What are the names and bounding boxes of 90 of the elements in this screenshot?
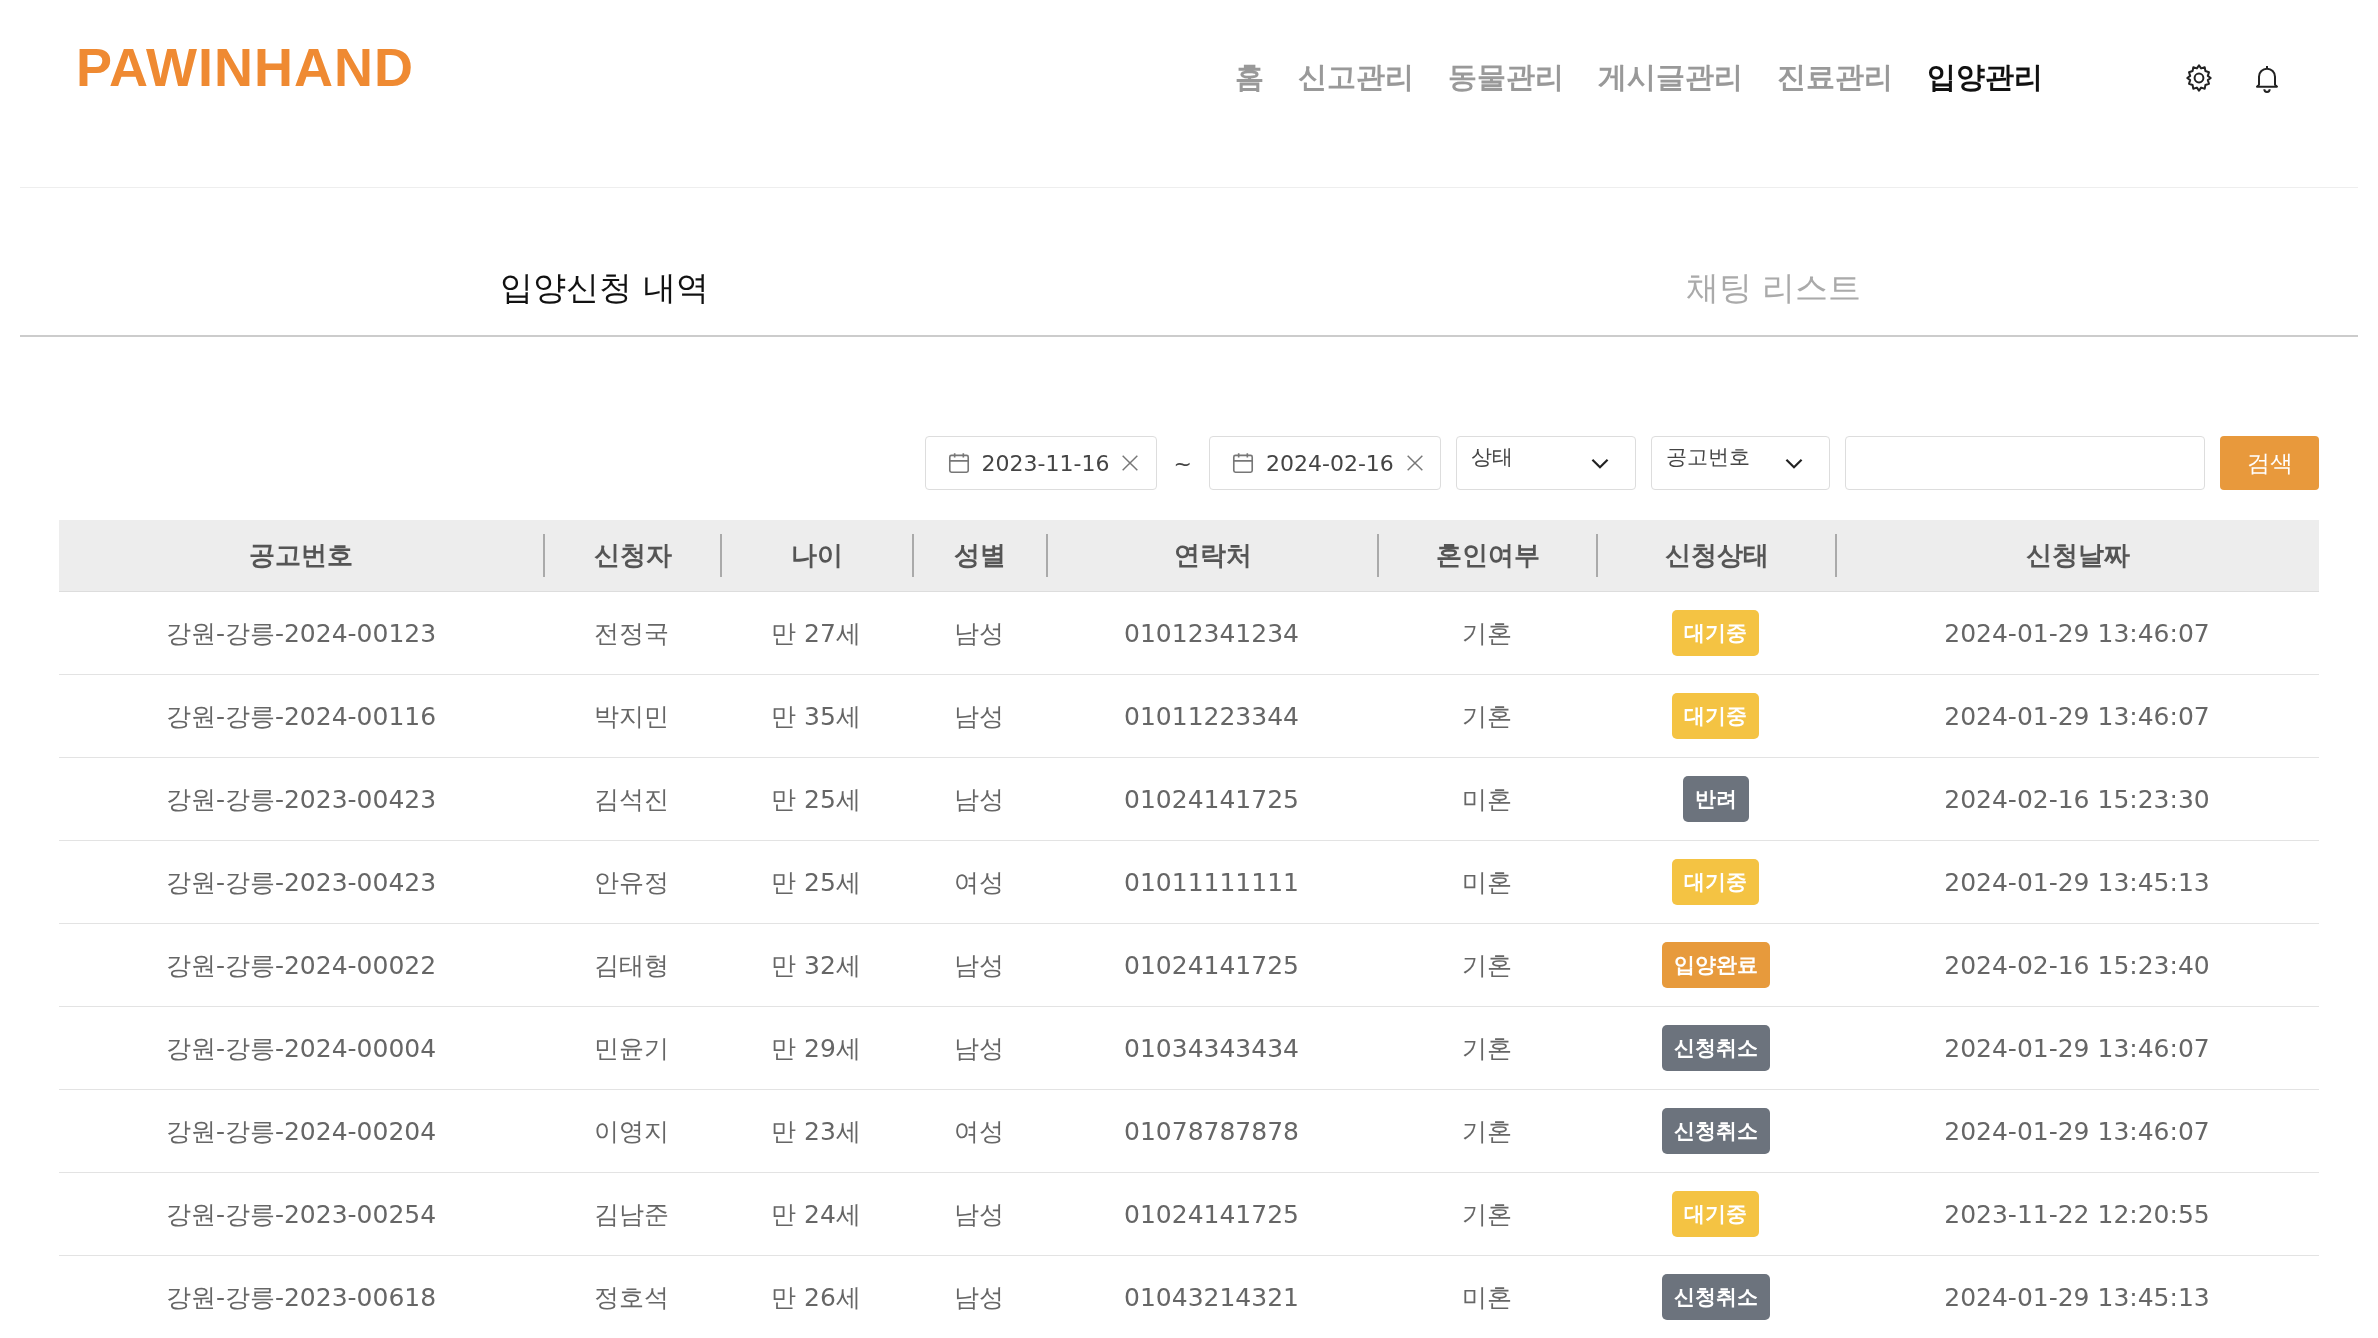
table-cell-text: 만 29세 xyxy=(771,1032,861,1065)
table-cell-text: 기혼 xyxy=(1461,949,1512,982)
table-cell: 01024141725 xyxy=(1124,950,1299,980)
table-cell-text: 기혼 xyxy=(1461,1115,1512,1148)
table-cell: 2024-01-29 13:46:07 xyxy=(1944,701,2210,731)
table-cell-text: 미혼 xyxy=(1461,1281,1512,1314)
range-separator: ~ xyxy=(1173,450,1192,476)
table-cell-text: 강원-강릉-2024-00022 xyxy=(165,949,437,982)
calendar-icon xyxy=(1230,450,1256,476)
status-badge: 대기중 xyxy=(1672,859,1759,905)
table-cell-text: 만 25세 xyxy=(771,783,861,816)
column-header[interactable]: 성별 xyxy=(954,538,1006,573)
table-cell-text: 남성 xyxy=(954,1281,1004,1314)
table-cell-text: 남성 xyxy=(954,1032,1004,1065)
table-cell-text: 강원-강릉-2023-00423 xyxy=(165,866,437,899)
column-header[interactable]: 신청상태 xyxy=(1664,538,1769,573)
table-cell-text: 여성 xyxy=(954,1115,1004,1148)
table-cell-text: 기혼 xyxy=(1461,1032,1512,1065)
table-cell-text: 강원-강릉-2023-00254 xyxy=(165,1198,437,1231)
table-cell: 01024141725 xyxy=(1124,784,1299,814)
table-cell: 01078787878 xyxy=(1124,1116,1299,1146)
column-header[interactable]: 공고번호 xyxy=(249,538,353,573)
table-cell: 2024-02-16 15:23:30 xyxy=(1944,784,2210,814)
table-cell-text: 만 27세 xyxy=(771,617,861,650)
status-badge: 대기중 xyxy=(1672,1191,1759,1237)
status-badge: 대기중 xyxy=(1672,610,1759,656)
table-cell-text: 미혼 xyxy=(1461,866,1512,899)
column-header[interactable]: 신청날짜 xyxy=(2026,538,2130,573)
table-cell-text: 김석진 xyxy=(594,783,669,816)
table-cell-text: 강원-강릉-2024-00116 xyxy=(165,700,437,733)
table-cell: 2024-01-29 13:46:07 xyxy=(1944,1033,2210,1063)
table-cell: 2024-01-29 13:46:07 xyxy=(1944,618,2210,648)
table-cell: 2024-01-29 13:45:13 xyxy=(1944,1282,2210,1312)
table-cell-text: 전정국 xyxy=(594,617,669,650)
column-header[interactable]: 혼인여부 xyxy=(1435,538,1540,573)
table-cell: 01043214321 xyxy=(1124,1282,1299,1312)
table-cell-text: 기혼 xyxy=(1461,700,1512,733)
table-cell-text: 이영지 xyxy=(594,1115,669,1148)
table-cell-text: 남성 xyxy=(954,700,1004,733)
table-cell-text: 만 35세 xyxy=(771,700,861,733)
status-badge: 대기중 xyxy=(1672,693,1759,739)
status-badge: 신청취소 xyxy=(1661,1274,1770,1320)
table-cell: 01011223344 xyxy=(1124,701,1299,731)
table-cell-text: 강원-강릉-2023-00423 xyxy=(165,783,437,816)
search-field[interactable] xyxy=(1845,436,2205,490)
table-cell: 2024-01-29 13:46:07 xyxy=(1944,1116,2210,1146)
settings-icon[interactable] xyxy=(2183,62,2215,94)
table-cell-text: 여성 xyxy=(954,866,1004,899)
table-cell-text: 강원-강릉-2024-00004 xyxy=(165,1032,437,1065)
table-cell-text: 만 23세 xyxy=(771,1115,861,1148)
table-cell-text: 강원-강릉-2023-00618 xyxy=(165,1281,437,1314)
tab[interactable]: 입양신청 내역 xyxy=(500,266,709,311)
table-cell-text: 만 24세 xyxy=(771,1198,861,1231)
table-cell-text: 남성 xyxy=(954,949,1004,982)
column-header[interactable]: 나이 xyxy=(791,538,843,573)
table-cell: 2023-11-22 12:20:55 xyxy=(1944,1199,2210,1229)
status-badge: 입양완료 xyxy=(1661,942,1770,988)
date-field[interactable]: 2023-11-16 xyxy=(924,436,1157,490)
table-cell-text: 강원-강릉-2024-00204 xyxy=(165,1115,437,1148)
table-cell: 2024-02-16 15:23:40 xyxy=(1944,950,2210,980)
table-cell-text: 남성 xyxy=(954,1198,1004,1231)
table-cell-text: 만 25세 xyxy=(771,866,861,899)
table-cell-text: 기혼 xyxy=(1461,617,1512,650)
table-cell-text: 정호석 xyxy=(594,1281,669,1314)
table-cell-text: 만 32세 xyxy=(771,949,861,982)
table-cell-text: 남성 xyxy=(954,617,1004,650)
table-cell-text: 남성 xyxy=(954,783,1004,816)
dropdown[interactable]: 상태 xyxy=(1456,436,1636,490)
table-cell-text: 강원-강릉-2024-00123 xyxy=(165,617,437,650)
table-cell-text: 민윤기 xyxy=(594,1032,669,1065)
table-cell: 01024141725 xyxy=(1124,1199,1299,1229)
status-badge: 반려 xyxy=(1682,776,1749,822)
table-cell: 01034343434 xyxy=(1124,1033,1299,1063)
table-cell-text: 김태형 xyxy=(594,949,669,982)
table-cell-text: 만 26세 xyxy=(771,1281,861,1314)
table-cell-text: 기혼 xyxy=(1461,1198,1512,1231)
dropdown[interactable]: 공고번호 xyxy=(1651,436,1830,490)
table-cell: 2024-01-29 13:45:13 xyxy=(1944,867,2210,897)
status-badge: 신청취소 xyxy=(1661,1108,1770,1154)
table-cell-text: 김남준 xyxy=(594,1198,669,1231)
table-cell: 01012341234 xyxy=(1124,618,1299,648)
table-cell: 01011111111 xyxy=(1124,867,1299,897)
table-cell-text: 박지민 xyxy=(594,700,669,733)
table-cell-text: 안유정 xyxy=(594,866,669,899)
nav-link[interactable]: 입양관리 xyxy=(1927,58,2043,98)
column-header[interactable]: 연락처 xyxy=(1173,538,1252,573)
column-header[interactable]: 신청자 xyxy=(593,538,672,573)
status-badge: 신청취소 xyxy=(1661,1025,1770,1071)
date-field[interactable]: 2024-02-16 xyxy=(1209,436,1441,490)
table-cell-text: 미혼 xyxy=(1461,783,1512,816)
